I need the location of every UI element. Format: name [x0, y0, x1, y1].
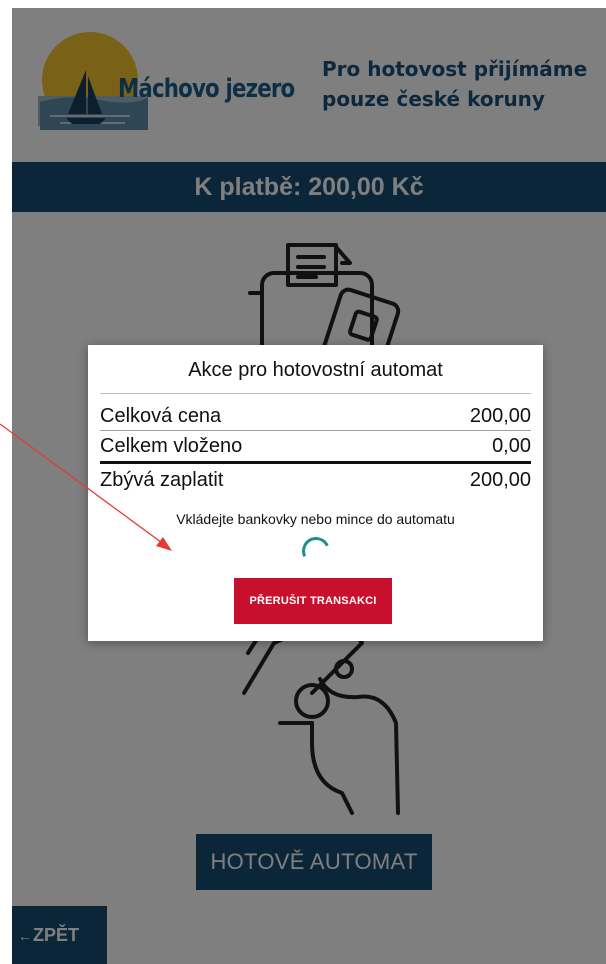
- row-value: 0,00: [492, 435, 531, 457]
- total-price-row: Celková cena 200,00: [100, 405, 531, 433]
- dialog-title: Akce pro hotovostní automat: [188, 359, 443, 381]
- row-label: Celkem vloženo: [100, 435, 243, 457]
- row-label: Zbývá zaplatit: [100, 469, 224, 491]
- divider: [100, 461, 531, 464]
- app-screen: Máchovo jezero Pro hotovost přijímáme po…: [12, 8, 606, 964]
- row-value: 200,00: [469, 469, 531, 491]
- abort-transaction-button[interactable]: PŘERUŠIT TRANSAKCI: [234, 578, 392, 624]
- divider: [100, 430, 531, 431]
- cash-machine-dialog: Akce pro hotovostní automat Celková cena…: [88, 345, 543, 641]
- insert-money-hint: Vkládejte bankovky nebo mince do automat…: [176, 511, 455, 527]
- divider: [100, 393, 531, 394]
- remaining-row: Zbývá zaplatit 200,00: [100, 469, 531, 497]
- row-value: 200,00: [469, 405, 531, 427]
- loading-spinner-icon: [298, 533, 334, 569]
- row-label: Celková cena: [100, 405, 222, 427]
- total-inserted-row: Celkem vloženo 0,00: [100, 435, 531, 463]
